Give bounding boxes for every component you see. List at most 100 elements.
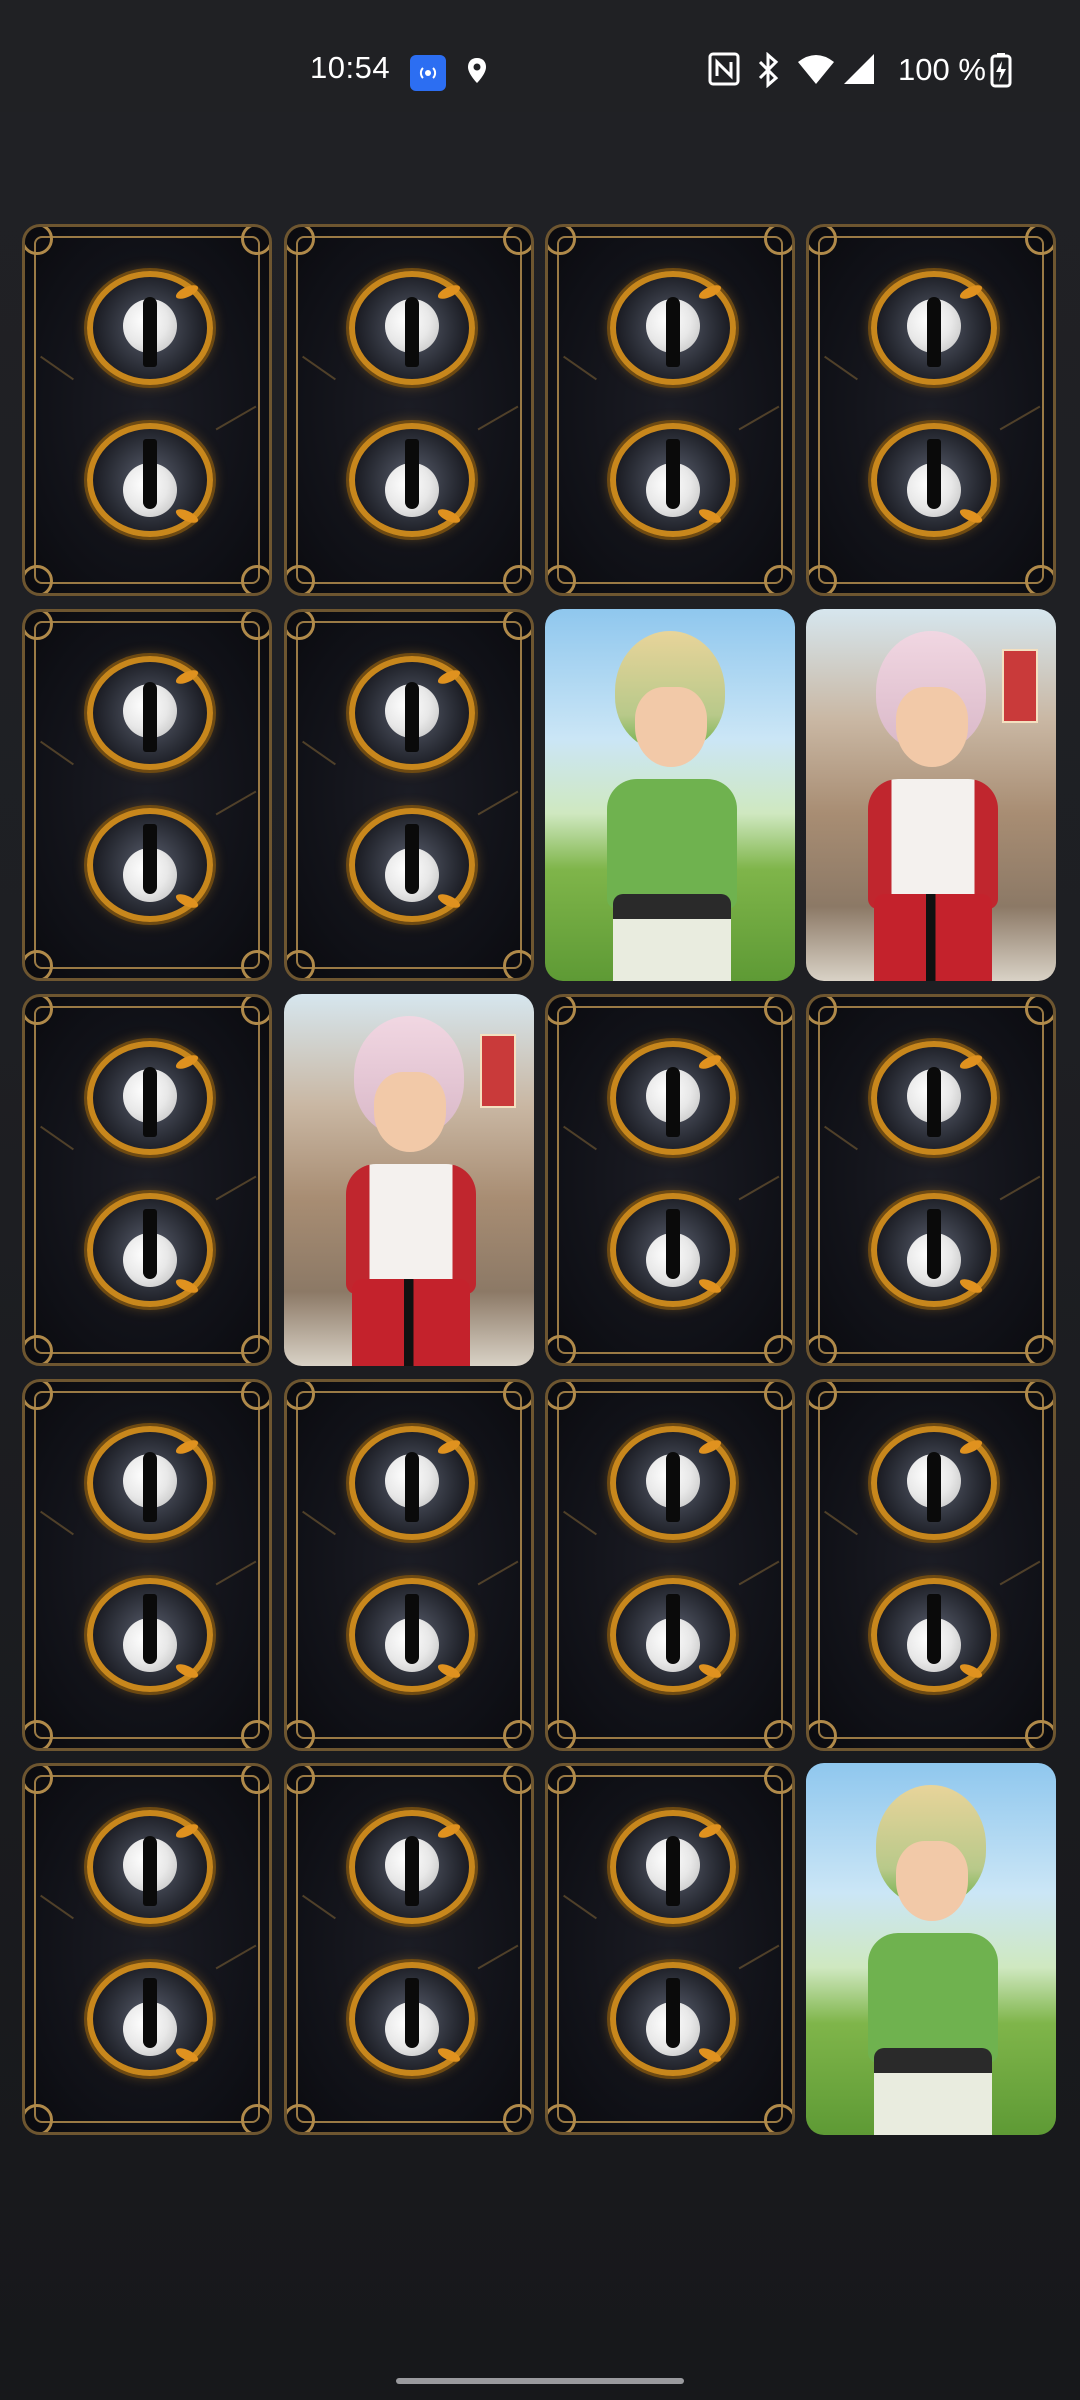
ornament-icon	[548, 2104, 576, 2132]
ornament-icon	[809, 565, 837, 593]
ornament-icon	[241, 227, 269, 255]
ornament-icon	[241, 612, 269, 640]
moon-emblem-icon	[87, 1810, 213, 1924]
character-face	[635, 687, 707, 767]
moon-emblem-icon	[349, 1426, 475, 1540]
card-face-up[interactable]	[545, 609, 795, 981]
moon-emblem-icon	[871, 1193, 997, 1307]
ornament-icon	[25, 2104, 53, 2132]
battery-charging-icon	[990, 52, 1012, 92]
card-face-down[interactable]	[545, 1379, 795, 1751]
ornament-icon	[1025, 227, 1053, 255]
cell-signal-icon	[842, 52, 876, 92]
moon-emblem-icon	[349, 1810, 475, 1924]
card-face-up[interactable]	[806, 609, 1056, 981]
ornament-icon	[503, 2104, 531, 2132]
card-face-down[interactable]	[284, 609, 534, 981]
card-face-down[interactable]	[284, 224, 534, 596]
ornament-icon	[241, 950, 269, 978]
card-face-down[interactable]	[806, 994, 1056, 1366]
ornament-icon	[764, 1766, 792, 1794]
nfc-icon	[708, 52, 740, 92]
moon-emblem-icon	[610, 1810, 736, 1924]
card-face-down[interactable]	[284, 1763, 534, 2135]
character-pants	[874, 894, 992, 981]
card-face-down[interactable]	[22, 994, 272, 1366]
moon-emblem-icon	[349, 1578, 475, 1692]
card-face-down[interactable]	[22, 1763, 272, 2135]
moon-emblem-icon	[87, 423, 213, 537]
character-top	[346, 1164, 476, 1294]
ornament-icon	[287, 2104, 315, 2132]
moon-emblem-icon	[349, 656, 475, 770]
card-face-up[interactable]	[806, 1763, 1056, 2135]
ornament-icon	[241, 1720, 269, 1748]
card-face-down[interactable]	[545, 1763, 795, 2135]
character-face	[896, 1841, 968, 1921]
character-face	[374, 1072, 446, 1152]
ornament-icon	[764, 1382, 792, 1410]
ornament-icon	[809, 1720, 837, 1748]
moon-emblem-icon	[87, 1962, 213, 2076]
moon-emblem-icon	[610, 1041, 736, 1155]
moon-emblem-icon	[871, 271, 997, 385]
moon-emblem-icon	[610, 423, 736, 537]
ornament-icon	[503, 612, 531, 640]
card-face-down[interactable]	[22, 224, 272, 596]
card-face-down[interactable]	[545, 994, 795, 1366]
ornament-icon	[241, 565, 269, 593]
game-board	[0, 112, 1080, 2364]
ornament-icon	[287, 950, 315, 978]
moon-emblem-icon	[610, 271, 736, 385]
card-face-down[interactable]	[806, 224, 1056, 596]
moon-emblem-icon	[871, 1041, 997, 1155]
character-top	[868, 779, 998, 909]
character-top	[607, 779, 737, 909]
card-face-up[interactable]	[284, 994, 534, 1366]
home-gesture-handle[interactable]	[396, 2378, 684, 2384]
street-banner	[1002, 649, 1038, 723]
moon-emblem-icon	[87, 808, 213, 922]
battery-percentage: 100 %	[898, 52, 986, 87]
moon-emblem-icon	[349, 423, 475, 537]
ornament-icon	[503, 1382, 531, 1410]
ornament-icon	[548, 1720, 576, 1748]
moon-emblem-icon	[871, 1578, 997, 1692]
card-face-down[interactable]	[545, 224, 795, 596]
moon-emblem-icon	[610, 1578, 736, 1692]
character-skirt	[613, 894, 731, 981]
ornament-icon	[241, 1382, 269, 1410]
ornament-icon	[25, 1720, 53, 1748]
moon-emblem-icon	[610, 1962, 736, 2076]
ornament-icon	[503, 1720, 531, 1748]
ornament-icon	[503, 227, 531, 255]
moon-emblem-icon	[87, 1041, 213, 1155]
moon-emblem-icon	[871, 423, 997, 537]
ornament-icon	[503, 565, 531, 593]
ornament-icon	[1025, 1335, 1053, 1363]
ornament-icon	[764, 1335, 792, 1363]
character-top	[868, 1933, 998, 2063]
card-face-down[interactable]	[22, 609, 272, 981]
ornament-icon	[809, 1335, 837, 1363]
character-pants	[352, 1279, 470, 1366]
moon-emblem-icon	[349, 1962, 475, 2076]
card-face-down[interactable]	[284, 1379, 534, 1751]
card-face-down[interactable]	[22, 1379, 272, 1751]
moon-emblem-icon	[87, 1578, 213, 1692]
moon-emblem-icon	[610, 1193, 736, 1307]
status-bar: 10:54 100 %	[0, 0, 1080, 112]
ornament-icon	[548, 1335, 576, 1363]
moon-emblem-icon	[87, 1426, 213, 1540]
card-face-down[interactable]	[806, 1379, 1056, 1751]
ornament-icon	[1025, 1720, 1053, 1748]
ornament-icon	[503, 1766, 531, 1794]
ornament-icon	[764, 1720, 792, 1748]
character-skirt	[874, 2048, 992, 2135]
ornament-icon	[25, 1335, 53, 1363]
ornament-icon	[764, 565, 792, 593]
ornament-icon	[241, 1766, 269, 1794]
ornament-icon	[1025, 565, 1053, 593]
moon-emblem-icon	[349, 808, 475, 922]
bluetooth-icon	[756, 51, 780, 92]
